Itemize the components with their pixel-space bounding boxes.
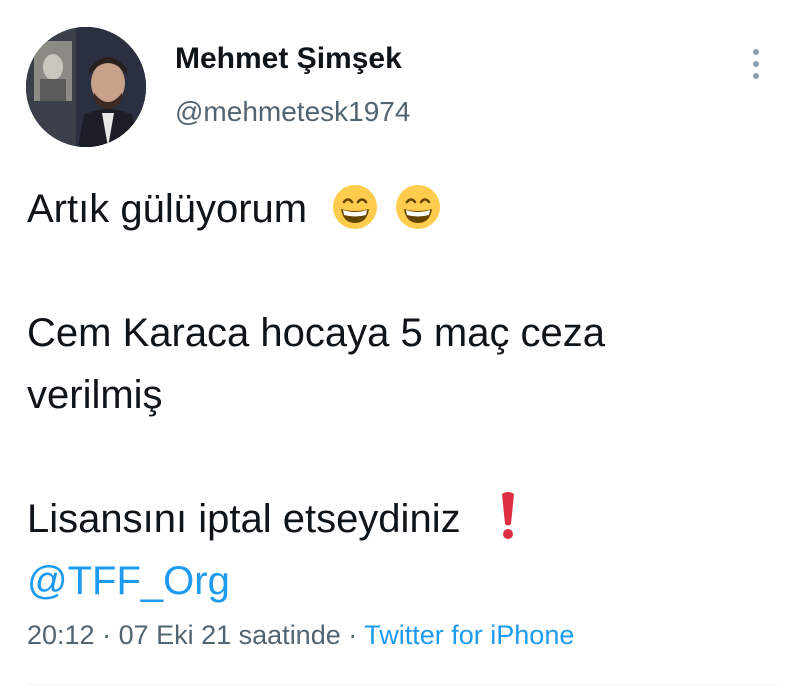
tweet-line-3: verilmiş (27, 373, 163, 417)
tweet-line-4: Lisansını iptal etseydiniz (27, 488, 777, 550)
tweet-source-link[interactable]: Twitter for iPhone (364, 620, 574, 650)
meta-separator: · (94, 620, 119, 650)
more-vertical-icon[interactable] (746, 44, 766, 84)
avatar[interactable] (26, 27, 146, 147)
tweet-line-2: Cem Karaca hocaya 5 maç ceza (27, 311, 606, 355)
author-display-name[interactable]: Mehmet Şimşek (175, 42, 402, 76)
divider (27, 684, 777, 685)
tweet: Mehmet Şimşek @mehmetesk1974 Artık gülüy… (0, 0, 800, 695)
red-exclamation-icon (496, 490, 520, 542)
tweet-line-4-text: Lisansını iptal etseydiniz (27, 497, 461, 541)
tweet-time[interactable]: 20:12 (27, 620, 95, 650)
tweet-line-1-text: Artık gülüyorum (27, 187, 308, 231)
author-handle[interactable]: @mehmetesk1974 (175, 96, 410, 128)
tweet-metadata: 20:12 · 07 Eki 21 saatinde · Twitter for… (27, 620, 574, 651)
grinning-face-icon (332, 184, 378, 230)
grinning-face-icon (395, 184, 441, 230)
mention-link[interactable]: @TFF_Org (27, 550, 777, 612)
meta-separator: · (340, 620, 365, 650)
tweet-line-1: Artık gülüyorum (27, 178, 777, 240)
tweet-text: Artık gülüyorum Cem Karaca hocaya 5 maç … (27, 178, 777, 612)
avatar-photo (26, 27, 146, 147)
tweet-date[interactable]: 07 Eki 21 saatinde (119, 620, 341, 650)
